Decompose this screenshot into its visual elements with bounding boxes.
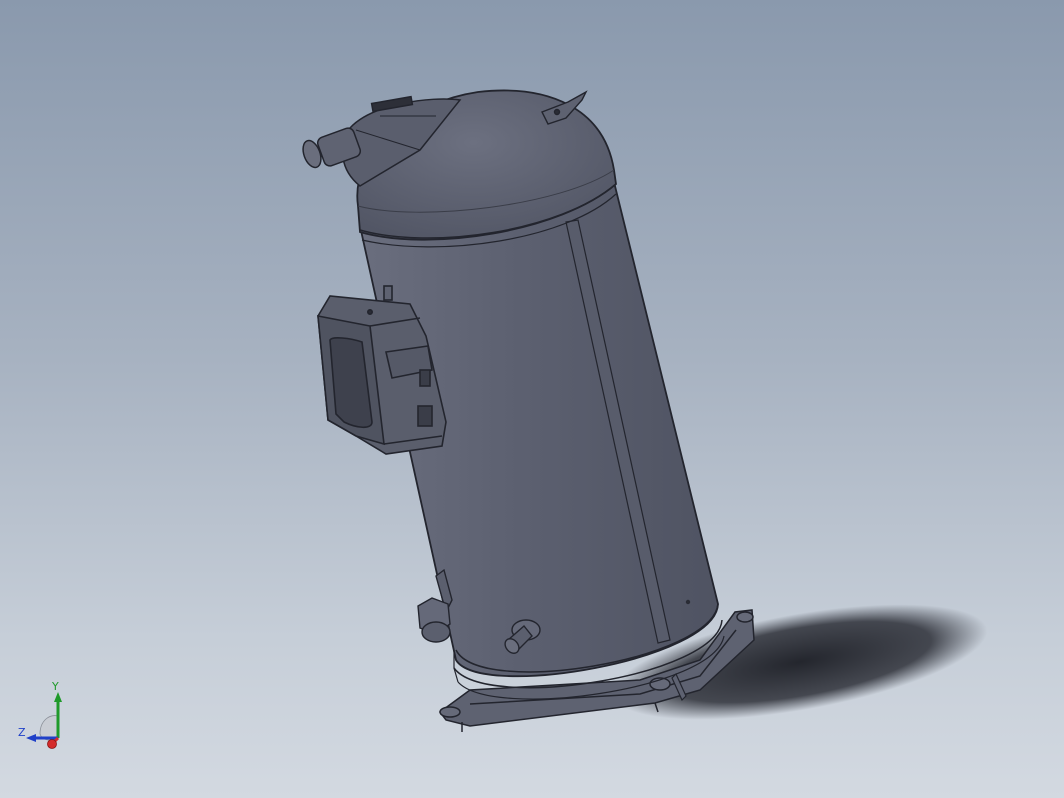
triad-z-label: Z <box>18 726 26 739</box>
side-nut-fitting[interactable] <box>417 568 453 643</box>
triad-sphere <box>39 715 59 741</box>
triad-y-label: Y <box>51 680 59 693</box>
view-orientation-triad[interactable]: Y Z <box>14 676 78 756</box>
compressor-model[interactable] <box>0 0 1064 798</box>
graphics-viewport[interactable]: Y Z <box>0 0 1064 798</box>
